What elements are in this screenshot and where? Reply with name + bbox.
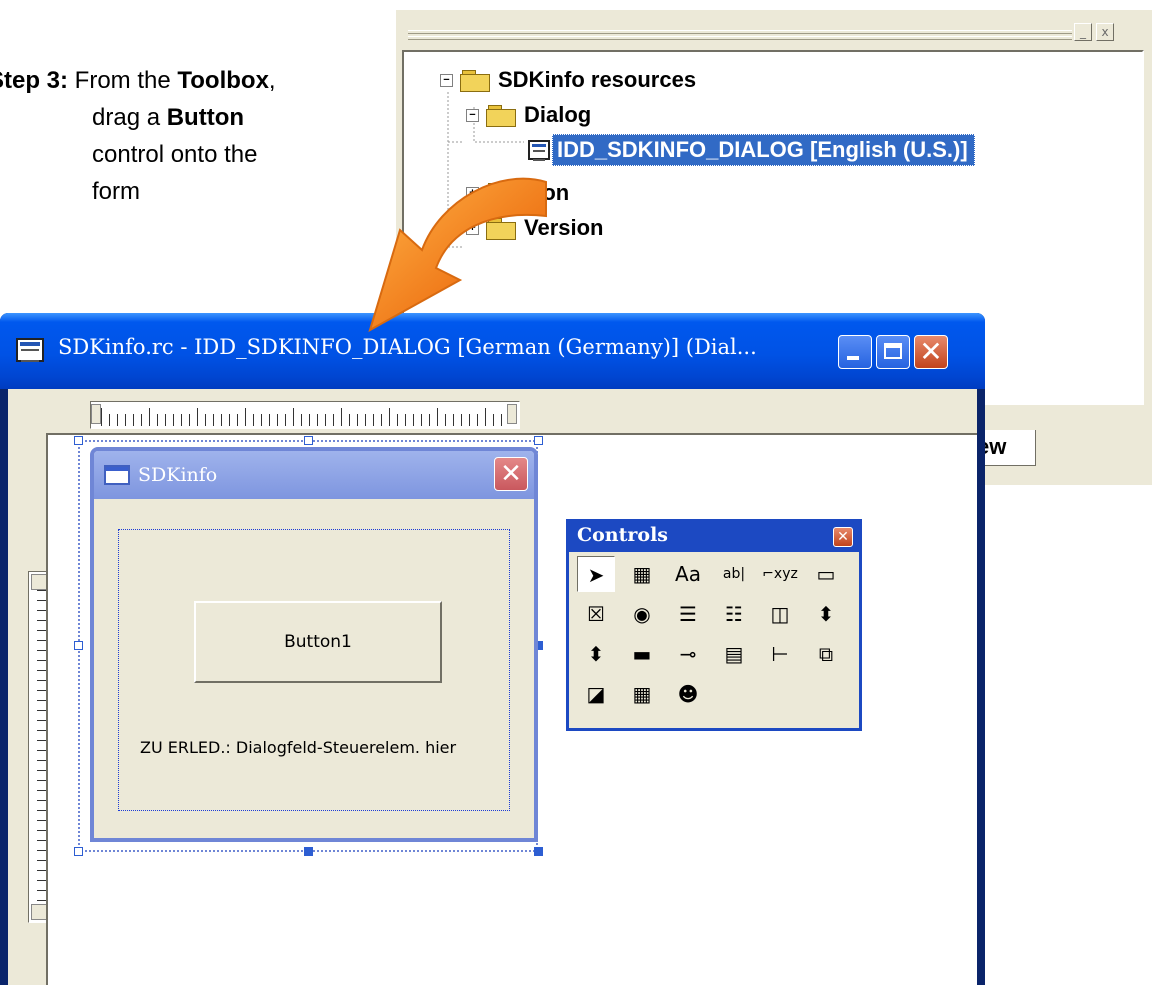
step-number: Step 3: <box>0 67 69 94</box>
resize-handle[interactable] <box>534 847 543 856</box>
sdkinfo-dialog-preview[interactable]: SDKinfo ✕ Button1 ZU ERLED.: Dialogfeld-… <box>90 447 538 842</box>
tree-label: SDKinfo resources <box>498 67 697 92</box>
animate-icon[interactable]: ◪ <box>577 676 615 712</box>
toolbox-title-bar[interactable]: Controls ✕ <box>569 522 859 552</box>
combo-box-icon[interactable]: ☰ <box>669 596 707 632</box>
editor-client-area: SDKinfo ✕ Button1 ZU ERLED.: Dialogfeld-… <box>8 389 977 985</box>
button-icon[interactable]: ▭ <box>807 556 845 592</box>
drag-arrow-icon <box>368 177 547 333</box>
panel-grip[interactable] <box>408 30 1072 40</box>
dialog-title-bar: SDKinfo ✕ <box>94 451 534 499</box>
step-text-a: From the <box>68 67 178 94</box>
collapse-icon[interactable]: − <box>440 74 453 87</box>
horizontal-ruler[interactable] <box>90 401 520 429</box>
custom-control-icon[interactable]: ☻ <box>669 676 707 712</box>
static-text-icon[interactable]: Aa <box>669 556 707 592</box>
resize-handle[interactable] <box>74 436 83 445</box>
group-box-icon[interactable]: ⌐xyz <box>761 556 799 592</box>
resize-handle[interactable] <box>74 847 83 856</box>
panel-close-button[interactable]: x <box>1096 23 1114 41</box>
dialog-title: SDKinfo <box>138 464 218 486</box>
toolbox-title: Controls <box>577 524 668 546</box>
grid-icon[interactable]: ▦ <box>623 676 661 712</box>
step-comma: , <box>268 67 276 94</box>
close-icon: ✕ <box>919 335 943 368</box>
slider-icon[interactable]: ⊸ <box>669 636 707 672</box>
tree-label: Dialog <box>524 102 592 127</box>
step-text-c: control onto the <box>92 141 258 168</box>
minimize-icon: _ <box>1080 25 1086 39</box>
window-icon <box>104 465 130 485</box>
controls-toolbox: Controls ✕ ➤ ▦ Aa ab| ⌐xyz ▭ ☒ ◉ ☰ ☷ ◫ ⬍ ⬍ ▬ ⊸ ▤ ⊢ ⧉ ◪ ▦ ☻ <box>566 519 862 731</box>
step-text-d: form <box>92 178 140 205</box>
radio-button-icon[interactable]: ◉ <box>623 596 661 632</box>
minimize-button[interactable] <box>838 335 872 369</box>
toolbox-emphasis: Toolbox <box>177 67 269 94</box>
step-text-b: drag a <box>92 104 167 131</box>
panel-minimize-button[interactable]: _ <box>1074 23 1092 41</box>
spin-icon[interactable]: ⬍ <box>577 636 615 672</box>
close-icon: x <box>1101 25 1109 39</box>
edit-box-icon[interactable]: ab| <box>715 556 753 592</box>
check-box-icon[interactable]: ☒ <box>577 596 615 632</box>
todo-static-text[interactable]: ZU ERLED.: Dialogfeld-Steuerelem. hier <box>140 737 480 759</box>
list-box-icon[interactable]: ☷ <box>715 596 753 632</box>
close-button[interactable]: ✕ <box>914 335 948 369</box>
button-emphasis: Button <box>166 104 245 131</box>
maximize-icon <box>884 343 902 359</box>
resize-handle[interactable] <box>304 436 313 445</box>
dialog-editor-window: SDKinfo.rc - IDD_SDKINFO_DIALOG [German … <box>0 313 985 985</box>
resource-file-icon <box>16 338 44 362</box>
collapse-icon[interactable]: − <box>466 109 479 122</box>
button1-control[interactable]: Button1 <box>194 601 442 683</box>
ruler-end-marker[interactable] <box>507 404 517 424</box>
minimize-icon <box>847 356 859 360</box>
tree-control-icon[interactable]: ⊢ <box>761 636 799 672</box>
toolbox-close-button[interactable]: ✕ <box>833 527 853 547</box>
pointer-icon[interactable]: ➤ <box>577 556 615 592</box>
vertical-scrollbar-icon[interactable]: ⬍ <box>807 596 845 632</box>
ruler-start-marker[interactable] <box>91 404 101 424</box>
tree-label-selected: IDD_SDKINFO_DIALOG [English (U.S.)] <box>552 134 975 166</box>
resize-handle[interactable] <box>534 436 543 445</box>
open-folder-icon <box>486 105 516 127</box>
progress-icon[interactable]: ▬ <box>623 636 661 672</box>
tab-control-icon[interactable]: ⧉ <box>807 636 845 672</box>
maximize-button[interactable] <box>876 335 910 369</box>
picture-icon[interactable]: ▦ <box>623 556 661 592</box>
list-control-icon[interactable]: ▤ <box>715 636 753 672</box>
dialog-close-button[interactable]: ✕ <box>494 457 528 491</box>
horizontal-scrollbar-icon[interactable]: ◫ <box>761 596 799 632</box>
resize-handle[interactable] <box>74 641 83 650</box>
ruler-major-ticks <box>101 408 503 426</box>
open-folder-icon <box>460 70 490 92</box>
dialog-resource-icon <box>528 140 550 161</box>
resize-handle[interactable] <box>304 847 313 856</box>
